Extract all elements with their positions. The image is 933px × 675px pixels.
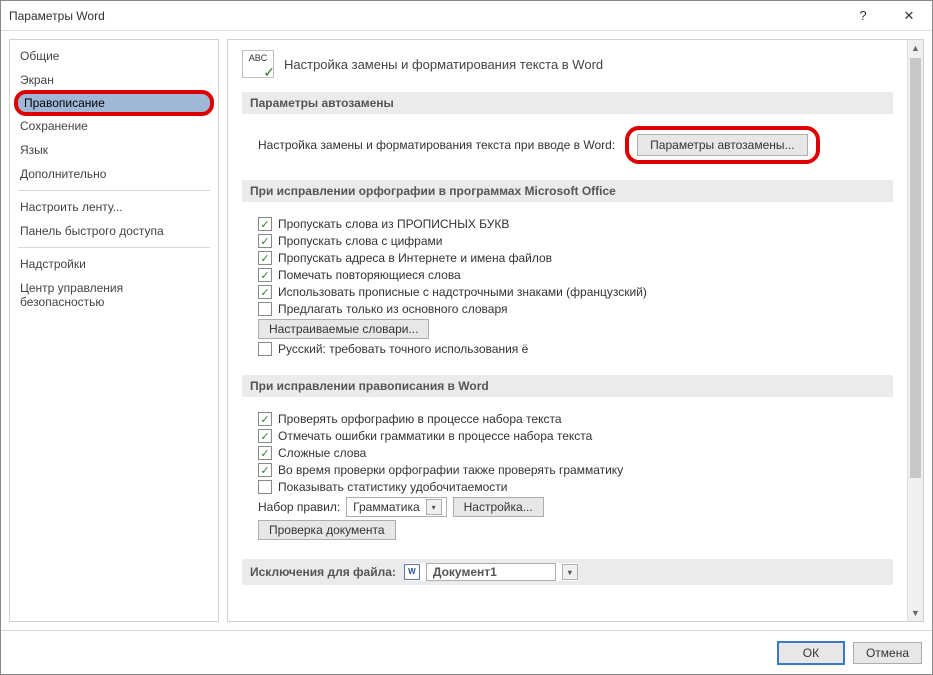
main-content: ABC Настройка замены и форматирования те… [228,40,907,621]
sidebar-item-qat[interactable]: Панель быстрого доступа [10,219,218,243]
checkbox-label: Показывать статистику удобочитаемости [278,480,507,494]
checkbox-label: Отмечать ошибки грамматики в процессе на… [278,429,592,443]
scroll-down-arrow[interactable]: ▼ [908,605,923,621]
close-button[interactable]: ✕ [886,1,932,31]
settings-button[interactable]: Настройка... [453,497,544,517]
exceptions-label: Исключения для файла: [250,565,396,579]
cancel-button[interactable]: Отмена [853,642,922,664]
checkbox-label: Русский: требовать точного использования… [278,342,528,356]
checkbox-row: Показывать статистику удобочитаемости [258,480,885,494]
chevron-down-icon: ▾ [562,564,578,580]
ruleset-value: Грамматика [353,500,419,514]
checkbox-main-dict[interactable] [258,302,272,316]
checkbox-french[interactable] [258,285,272,299]
checkbox-row: Пропускать слова из ПРОПИСНЫХ БУКВ [258,217,885,231]
sidebar-divider [18,247,210,248]
sidebar-item-advanced[interactable]: Дополнительно [10,162,218,186]
checkbox-label: Помечать повторяющиеся слова [278,268,461,282]
checkbox-row: Отмечать ошибки грамматики в процессе на… [258,429,885,443]
checkbox-row: Предлагать только из основного словаря [258,302,885,316]
checkbox-row: Использовать прописные с надстрочными зн… [258,285,885,299]
checkbox-mark-grammar[interactable] [258,429,272,443]
sidebar-item-display[interactable]: Экран [10,68,218,92]
sidebar-item-language[interactable]: Язык [10,138,218,162]
checkbox-complex-words[interactable] [258,446,272,460]
content-area: Общие Экран Правописание Сохранение Язык… [1,31,932,630]
autocorrect-highlight: Параметры автозамены... [625,126,819,164]
section-office-spelling-body: Пропускать слова из ПРОПИСНЫХ БУКВ Пропу… [242,208,893,369]
checkbox-row: Во время проверки орфографии также прове… [258,463,885,477]
checkbox-row: Пропускать слова с цифрами [258,234,885,248]
checkbox-label: Во время проверки орфографии также прове… [278,463,623,477]
checkbox-russian-yo[interactable] [258,342,272,356]
exceptions-doc-select[interactable]: W Документ1 ▾ [404,563,578,581]
sidebar-item-customize-ribbon[interactable]: Настроить ленту... [10,195,218,219]
checkbox-label: Пропускать слова с цифрами [278,234,442,248]
sidebar-item-addins[interactable]: Надстройки [10,252,218,276]
section-exceptions-header: Исключения для файла: W Документ1 ▾ [242,559,893,585]
checkbox-label: Сложные слова [278,446,366,460]
vertical-scrollbar[interactable]: ▲ ▼ [907,40,923,621]
check-document-button[interactable]: Проверка документа [258,520,396,540]
checkbox-repeated[interactable] [258,268,272,282]
checkbox-row: Пропускать адреса в Интернете и имена фа… [258,251,885,265]
dialog-footer: ОК Отмена [1,630,932,674]
checkbox-label: Пропускать адреса в Интернете и имена фа… [278,251,552,265]
titlebar: Параметры Word ? ✕ [1,1,932,31]
chevron-down-icon: ▾ [426,499,442,515]
scrollbar-thumb[interactable] [910,58,921,478]
word-doc-icon: W [404,564,420,580]
button-row: Проверка документа [258,520,885,540]
checkbox-numbers[interactable] [258,234,272,248]
button-row: Настраиваемые словари... [258,319,885,339]
checkbox-label: Проверять орфографию в процессе набора т… [278,412,562,426]
custom-dictionaries-button[interactable]: Настраиваемые словари... [258,319,429,339]
checkbox-label: Предлагать только из основного словаря [278,302,507,316]
abc-check-icon: ABC [242,50,274,78]
checkbox-row: Русский: требовать точного использования… [258,342,885,356]
checkbox-uppercase[interactable] [258,217,272,231]
sidebar: Общие Экран Правописание Сохранение Язык… [9,39,219,622]
checkbox-readability[interactable] [258,480,272,494]
checkbox-label: Пропускать слова из ПРОПИСНЫХ БУКВ [278,217,509,231]
sidebar-item-proofing[interactable]: Правописание [14,90,214,116]
autocorrect-label: Настройка замены и форматирования текста… [258,138,615,152]
checkbox-check-spelling[interactable] [258,412,272,426]
checkbox-grammar-with-spelling[interactable] [258,463,272,477]
checkbox-label: Использовать прописные с надстрочными зн… [278,285,647,299]
checkbox-row: Помечать повторяющиеся слова [258,268,885,282]
checkbox-row: Проверять орфографию в процессе набора т… [258,412,885,426]
sidebar-divider [18,190,210,191]
ruleset-label: Набор правил: [258,500,340,514]
ruleset-row: Набор правил: Грамматика ▾ Настройка... [258,497,885,517]
checkbox-internet[interactable] [258,251,272,265]
scroll-up-arrow[interactable]: ▲ [908,40,923,56]
section-autocorrect-header: Параметры автозамены [242,92,893,114]
window-title: Параметры Word [9,9,840,23]
sidebar-item-save[interactable]: Сохранение [10,114,218,138]
exceptions-doc-value: Документ1 [426,563,556,581]
sidebar-item-general[interactable]: Общие [10,44,218,68]
help-button[interactable]: ? [840,1,886,31]
section-word-spelling-header: При исправлении правописания в Word [242,375,893,397]
page-title: Настройка замены и форматирования текста… [284,57,603,72]
autocorrect-options-button[interactable]: Параметры автозамены... [637,134,807,156]
checkbox-row: Сложные слова [258,446,885,460]
options-dialog: Параметры Word ? ✕ Общие Экран Правописа… [0,0,933,675]
section-word-spelling-body: Проверять орфографию в процессе набора т… [242,403,893,553]
page-header: ABC Настройка замены и форматирования те… [242,50,893,78]
ok-button[interactable]: ОК [777,641,845,665]
section-office-spelling-header: При исправлении орфографии в программах … [242,180,893,202]
autocorrect-row: Настройка замены и форматирования текста… [242,120,893,174]
main-panel: ABC Настройка замены и форматирования те… [227,39,924,622]
sidebar-item-trust-center[interactable]: Центр управления безопасностью [10,276,218,314]
ruleset-select[interactable]: Грамматика ▾ [346,497,446,517]
